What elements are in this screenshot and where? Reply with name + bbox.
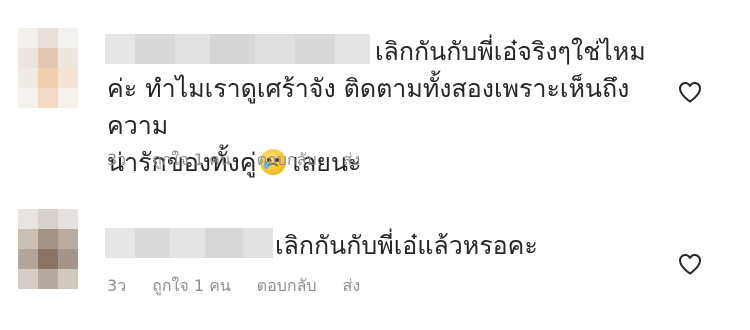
comment-item: เลิกกันกับพี่เอ๋จริงๆใช่ไหมค่ะ ทำไมเราดู…: [0, 20, 750, 180]
likes-count[interactable]: ถูกใจ 1 คน: [152, 274, 231, 299]
send-button[interactable]: ส่ง: [343, 148, 361, 173]
avatar[interactable]: [18, 28, 78, 108]
timestamp[interactable]: 3ว: [107, 274, 126, 299]
avatar[interactable]: [18, 209, 78, 289]
reply-button[interactable]: ตอบกลับ: [257, 274, 317, 299]
send-button[interactable]: ส่ง: [343, 274, 361, 299]
comment-line: ค่ะ ทำไมเราดูเศร้าจัง ติดตามทั้งสองเพราะ…: [107, 74, 630, 140]
comment-line: เลิกกันกับพี่เอ๋แล้วหรอคะ: [275, 231, 538, 260]
reply-button[interactable]: ตอบกลับ: [257, 148, 317, 173]
comment-text: เลิกกันกับพี่เอ๋แล้วหรอคะ: [107, 227, 667, 264]
comment-meta: 3ว ถูกใจ 1 คน ตอบกลับ ส่ง: [107, 274, 360, 299]
likes-count[interactable]: ถูกใจ 1 คน: [152, 148, 231, 173]
heart-icon[interactable]: [678, 253, 702, 275]
timestamp[interactable]: 3ว: [107, 148, 126, 173]
heart-icon[interactable]: [678, 81, 702, 103]
comment-meta: 3ว ถูกใจ 1 คน ตอบกลับ ส่ง: [107, 148, 360, 173]
comment-line: เลิกกันกับพี่เอ๋จริงๆใช่ไหม: [375, 37, 646, 66]
comment-item: เลิกกันกับพี่เอ๋แล้วหรอคะ 3ว ถูกใจ 1 คน …: [0, 205, 750, 315]
